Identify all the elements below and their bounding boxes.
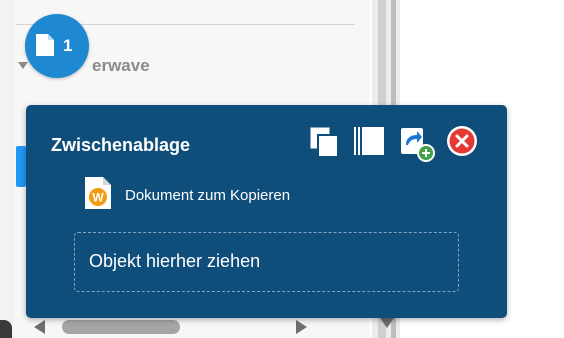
scroll-down-arrow-icon[interactable] — [380, 318, 394, 328]
clipboard-item[interactable]: W Dokument zum Kopieren — [80, 173, 380, 213]
panel-icon[interactable] — [352, 125, 386, 159]
clipboard-title: Zwischenablage — [51, 135, 191, 155]
clipboard-count-badge[interactable]: 1 — [25, 14, 89, 78]
clipboard-item-label: Dokument zum Kopieren — [125, 187, 291, 204]
svg-text:W: W — [92, 191, 104, 205]
document-icon — [36, 34, 54, 56]
window-corner — [0, 320, 12, 338]
scroll-left-arrow-icon[interactable] — [34, 320, 45, 334]
copy-icon[interactable] — [308, 125, 342, 159]
selection-indicator — [16, 146, 26, 187]
badge-count: 1 — [63, 36, 73, 55]
close-icon[interactable] — [446, 125, 480, 159]
caret-down-icon[interactable] — [18, 62, 28, 70]
word-document-icon: W — [84, 176, 112, 215]
horizontal-scrollbar[interactable] — [26, 318, 316, 338]
drop-zone[interactable]: Objekt hierher ziehen — [74, 232, 459, 292]
paste-add-icon[interactable] — [398, 125, 435, 162]
scrollbar-thumb[interactable] — [62, 320, 180, 334]
drop-zone-label: Objekt hierher ziehen — [89, 251, 261, 271]
scroll-right-arrow-icon[interactable] — [296, 320, 307, 334]
clipboard-popup: Zwischenablage W Dokument zum Kopieren O… — [26, 105, 507, 318]
